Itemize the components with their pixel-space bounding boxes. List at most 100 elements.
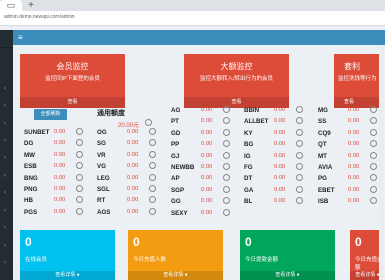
refresh-icon[interactable] bbox=[223, 106, 230, 113]
browser-tab[interactable]: ▭ bbox=[0, 0, 22, 11]
refresh-icon[interactable] bbox=[223, 163, 230, 170]
platform-name: PG bbox=[318, 175, 327, 183]
platform-balance: 0.00 bbox=[348, 118, 360, 125]
platform-balance: 0.00 bbox=[201, 152, 213, 159]
url-text[interactable]: admin.demo.newapi.com/admin bbox=[4, 14, 75, 20]
chevron-left-icon[interactable]: ‹ bbox=[4, 243, 6, 249]
refresh-icon[interactable] bbox=[296, 140, 303, 148]
chevron-left-icon[interactable]: ‹ bbox=[4, 121, 6, 127]
refresh-icon[interactable] bbox=[370, 128, 377, 136]
platform-balance: 0.00 bbox=[348, 107, 360, 113]
chevron-left-icon[interactable]: ‹ bbox=[4, 173, 6, 179]
refresh-icon[interactable] bbox=[149, 150, 156, 158]
platform-balance: 0.00 bbox=[127, 151, 139, 158]
refresh-icon[interactable] bbox=[296, 197, 303, 205]
scrollbar[interactable] bbox=[379, 45, 385, 280]
menu-toggle-icon[interactable]: ≡ bbox=[18, 33, 23, 42]
refresh-icon[interactable] bbox=[370, 106, 377, 113]
refresh-icon[interactable] bbox=[76, 173, 83, 181]
platform-balance: 0.00 bbox=[54, 186, 66, 192]
refresh-icon[interactable] bbox=[223, 140, 230, 148]
address-bar[interactable]: admin.demo.newapi.com/admin bbox=[0, 11, 385, 26]
refresh-icon[interactable] bbox=[370, 197, 377, 205]
refresh-icon[interactable] bbox=[223, 174, 230, 182]
chevron-left-icon[interactable]: ‹ bbox=[4, 260, 6, 266]
chevron-left-icon[interactable]: ‹ bbox=[4, 86, 6, 92]
platform-name: MT bbox=[318, 152, 327, 160]
chevron-left-icon[interactable]: ‹ bbox=[4, 103, 6, 109]
refresh-icon[interactable] bbox=[149, 162, 156, 170]
refresh-icon[interactable] bbox=[370, 174, 377, 182]
balance-cell: PG 0.00 bbox=[318, 174, 380, 184]
refresh-icon[interactable] bbox=[223, 208, 230, 216]
balance-cell: SGP 0.00 bbox=[171, 185, 233, 196]
refresh-icon[interactable] bbox=[76, 128, 83, 135]
stat-details-link[interactable]: 查看详情 ● bbox=[128, 271, 223, 280]
refresh-icon[interactable] bbox=[76, 162, 83, 170]
stat-details-link[interactable]: 查看详情 ● bbox=[20, 271, 115, 280]
refresh-icon[interactable] bbox=[223, 117, 230, 125]
refresh-icon[interactable] bbox=[296, 151, 303, 159]
panel-view-link[interactable]: 查看 bbox=[20, 97, 125, 108]
refresh-icon[interactable] bbox=[370, 140, 377, 148]
chevron-left-icon[interactable]: ‹ bbox=[4, 225, 6, 231]
platform-name: SS bbox=[318, 118, 327, 126]
balance-cell: BL 0.00 bbox=[244, 197, 306, 207]
refresh-icon[interactable] bbox=[76, 139, 83, 147]
balance-cell: CQ9 0.00 bbox=[318, 128, 380, 139]
chevron-left-icon[interactable]: ‹ bbox=[4, 138, 6, 144]
refresh-icon[interactable] bbox=[76, 196, 83, 204]
platform-balance: 0.00 bbox=[201, 164, 213, 170]
chevron-left-icon[interactable]: ‹ bbox=[4, 208, 6, 214]
stat-details-link[interactable]: 查看详情 ● bbox=[240, 271, 335, 280]
stat-number: 0 bbox=[245, 235, 252, 249]
platform-name: GA bbox=[244, 186, 254, 194]
refresh-icon[interactable] bbox=[370, 151, 377, 159]
platform-name: GG bbox=[171, 198, 181, 206]
refresh-icon[interactable] bbox=[76, 150, 83, 158]
platform-name: GD bbox=[171, 129, 181, 137]
platform-name: AP bbox=[171, 175, 180, 183]
platform-name: MW bbox=[24, 151, 35, 159]
refresh-icon[interactable] bbox=[149, 207, 156, 215]
refresh-icon[interactable] bbox=[296, 163, 303, 170]
refresh-icon[interactable] bbox=[149, 128, 156, 135]
refresh-icon[interactable] bbox=[296, 106, 303, 113]
platform-name: BBIN bbox=[244, 107, 260, 114]
platform-name: BNG bbox=[24, 174, 38, 182]
chevron-left-icon[interactable]: ‹ bbox=[4, 155, 6, 161]
refresh-icon[interactable] bbox=[149, 185, 156, 192]
refresh-icon[interactable] bbox=[76, 207, 83, 215]
refresh-icon[interactable] bbox=[149, 196, 156, 204]
platform-balance: 0.00 bbox=[127, 186, 139, 192]
balance-cell: QT 0.00 bbox=[318, 140, 380, 150]
refresh-all-button[interactable]: 全部刷新 bbox=[34, 109, 67, 120]
refresh-icon[interactable] bbox=[223, 151, 230, 159]
chevron-left-icon[interactable]: ‹ bbox=[4, 190, 6, 196]
refresh-icon[interactable] bbox=[370, 163, 377, 170]
balance-cell: BG 0.00 bbox=[244, 140, 306, 150]
balance-cell: NEWBB 0.00 bbox=[171, 163, 233, 173]
stat-box-deposit-count: 0 今日充值人数 查看详情 ● bbox=[128, 230, 223, 280]
platform-name: LEG bbox=[97, 174, 110, 182]
refresh-icon[interactable] bbox=[145, 119, 152, 126]
refresh-icon[interactable] bbox=[296, 174, 303, 182]
refresh-icon[interactable] bbox=[370, 117, 377, 125]
refresh-icon[interactable] bbox=[149, 173, 156, 181]
new-tab-button[interactable]: + bbox=[26, 0, 36, 11]
platform-balance: 0.00 bbox=[274, 198, 286, 205]
refresh-icon[interactable] bbox=[149, 139, 156, 147]
refresh-icon[interactable] bbox=[223, 185, 230, 193]
refresh-icon[interactable] bbox=[296, 117, 303, 125]
refresh-icon[interactable] bbox=[296, 128, 303, 136]
balance-cell: SG 0.00 bbox=[97, 139, 159, 149]
refresh-icon[interactable] bbox=[296, 185, 303, 193]
panel-title: 套利 bbox=[344, 62, 360, 71]
panel-title: 大额监控 bbox=[220, 62, 253, 71]
balance-cell: AVIA 0.00 bbox=[318, 163, 380, 173]
refresh-icon[interactable] bbox=[370, 185, 377, 193]
platform-name: ESB bbox=[24, 163, 37, 171]
refresh-icon[interactable] bbox=[76, 185, 83, 192]
refresh-icon[interactable] bbox=[223, 128, 230, 136]
refresh-icon[interactable] bbox=[223, 197, 230, 205]
